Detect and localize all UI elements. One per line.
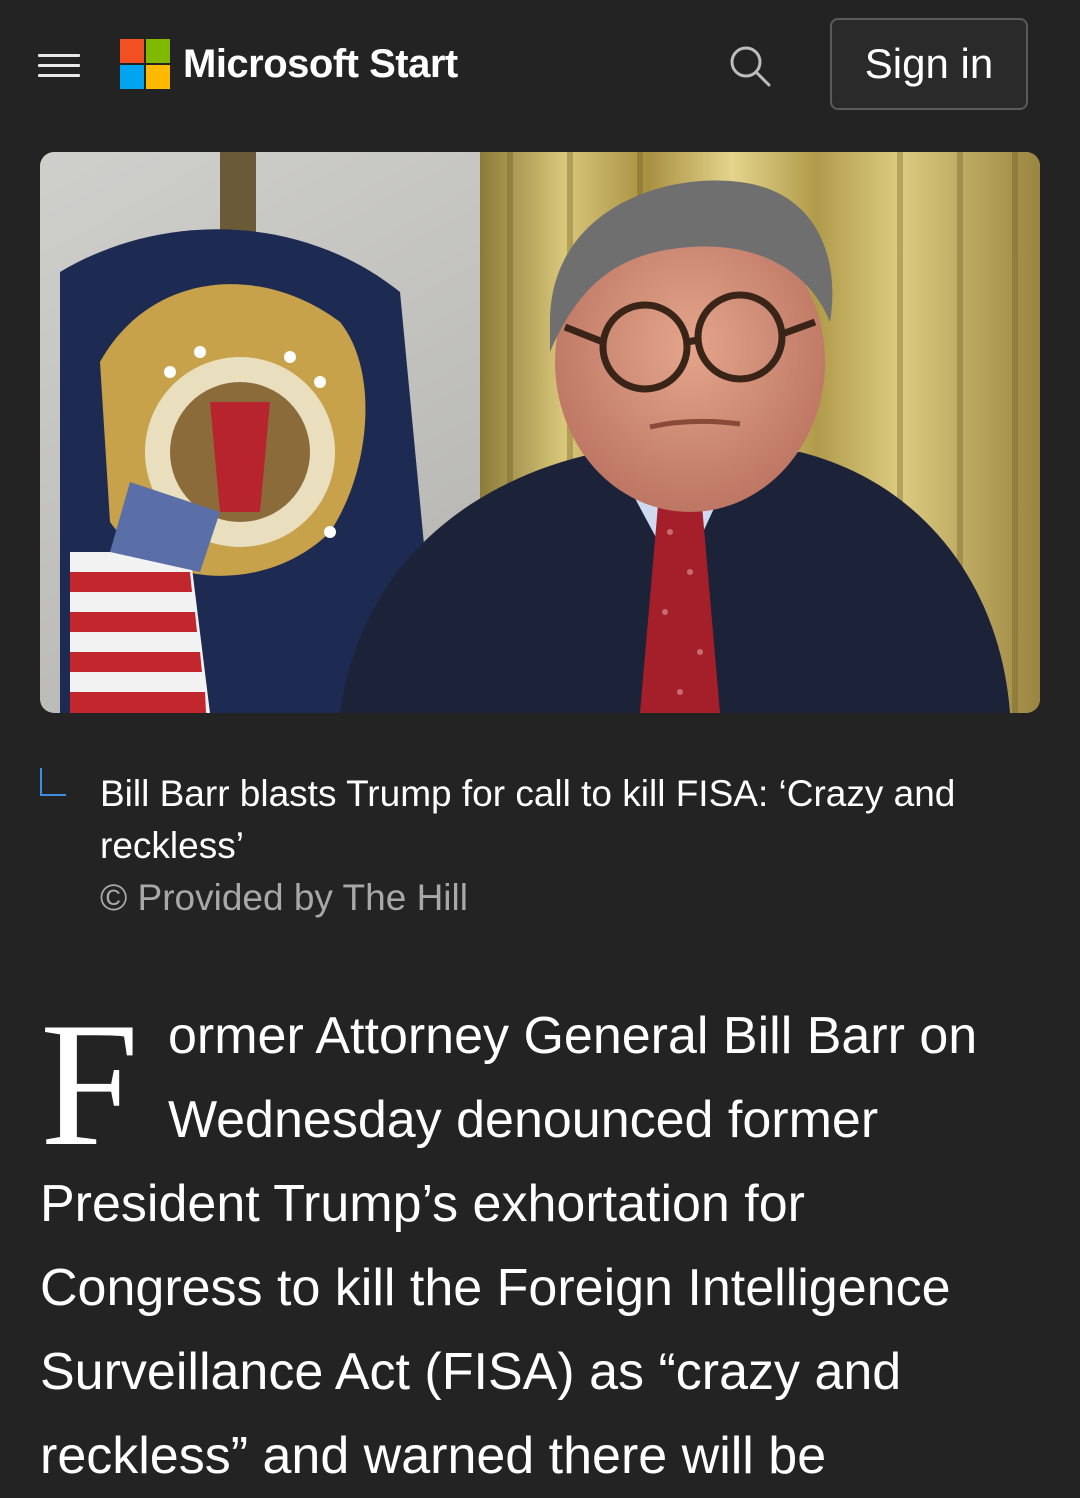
- article-body-line: ormer Attorney General Bill Barr on: [168, 1007, 978, 1065]
- article-body-line: President Trump’s exhortation for: [40, 1175, 805, 1233]
- top-bar: Microsoft Start Sign in: [0, 0, 1080, 130]
- sign-in-button[interactable]: Sign in: [830, 18, 1028, 110]
- drop-cap: F: [40, 985, 139, 1183]
- article-body-line: Congress to kill the Foreign Intelligenc…: [40, 1259, 951, 1317]
- image-caption: Bill Barr blasts Trump for call to kill …: [100, 773, 956, 866]
- caption-corner-icon: [40, 768, 66, 796]
- image-credit: © Provided by The Hill: [100, 877, 468, 918]
- article-body-line: Surveillance Act (FISA) as “crazy and: [40, 1343, 902, 1401]
- microsoft-logo[interactable]: [120, 39, 170, 89]
- brand-name[interactable]: Microsoft Start: [183, 38, 458, 90]
- article-body-line: reckless” and warned there will be: [40, 1427, 827, 1485]
- article-body-line: Wednesday denounced former: [168, 1091, 879, 1149]
- article-hero-image: [40, 152, 1040, 713]
- search-icon[interactable]: [728, 44, 772, 88]
- hamburger-menu-icon[interactable]: [38, 52, 82, 80]
